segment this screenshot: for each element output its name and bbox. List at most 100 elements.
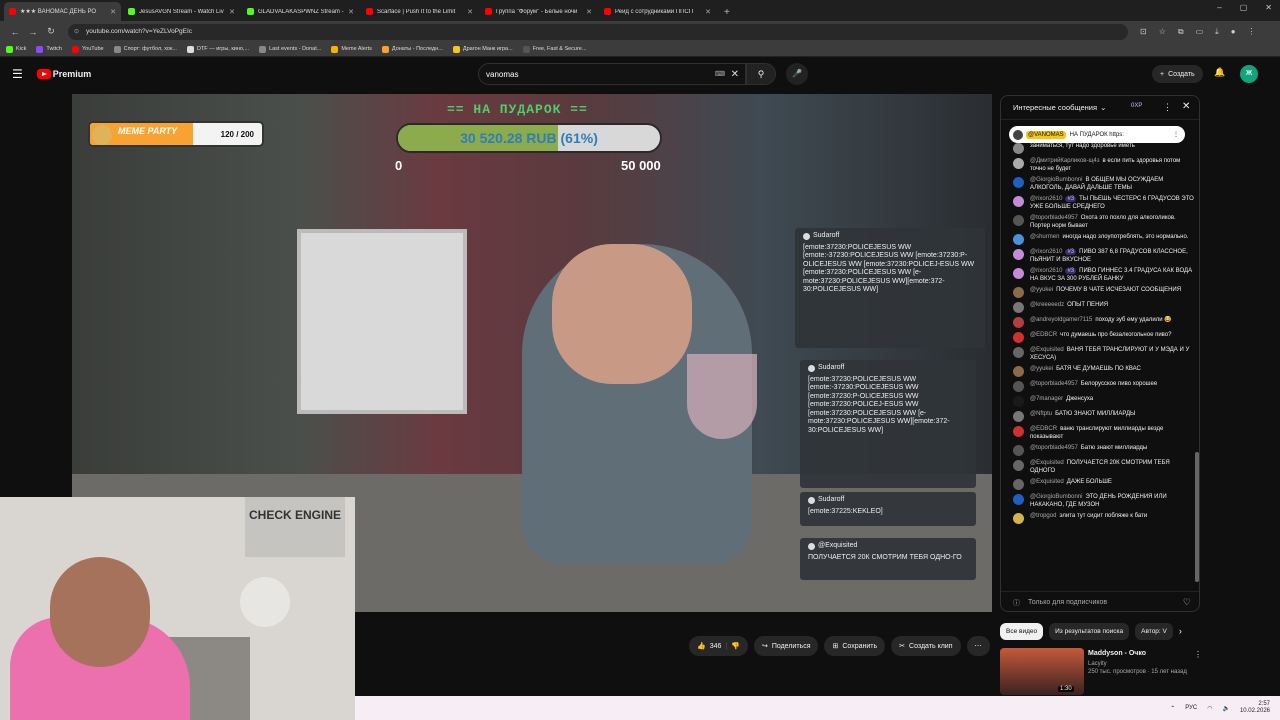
install-icon[interactable]: ⊡ [1140,27,1147,36]
notifications-bell-icon[interactable]: 🔔 [1214,67,1225,78]
chat-author[interactable]: @GiorgioBumbonni [1030,177,1082,183]
heart-icon[interactable]: ♡ [1183,597,1191,608]
close-tab-icon[interactable]: ✕ [110,8,116,16]
chat-message[interactable]: @rixon2610 #3 ТЫ ПЬЕШЬ ЧЕСТЕРС 6 ГРАДУСОВ … [1001,196,1199,211]
volume-icon[interactable]: 🔈 [1222,705,1229,712]
bookmark-item[interactable]: Meme Alerts [331,45,372,53]
account-avatar[interactable]: Ж [1240,65,1258,83]
browser-tab[interactable]: Рейд с сотрудниками ППСП ✕ [599,2,716,21]
chevron-down-icon[interactable]: ⌄ [1100,103,1106,112]
chat-message[interactable]: @yyukei БАТЯ ЧЕ ДУМАЕШЬ ПО КВАС [1001,366,1199,377]
voice-search-button[interactable]: 🎤 [786,63,808,85]
chat-author[interactable]: @andreyoldgamer7115 [1030,317,1092,323]
chat-message[interactable]: @rixon2610 #3 ПИВО 387 6,8 ГРАДУСОВ КЛАССН… [1001,249,1199,264]
search-input[interactable]: vanomas ⌨ ✕ [478,63,746,85]
bookmark-item[interactable]: Донаты - Последн... [381,45,443,53]
chat-message[interactable]: @toporblade4957 Белорусское пиво хорошее [1001,381,1199,392]
clip-button[interactable]: ✂ Создать клип [891,636,961,656]
like-button[interactable]: 👍 346 | 👎 [689,636,748,656]
chat-message[interactable]: @shurmen иногда надо злоупотреблять, это … [1001,234,1199,245]
bookmark-item[interactable]: Kick [6,45,26,53]
chat-message[interactable]: @GiorgioBumbonni ЭТО ДЕНЬ РОЖДЕНИЯ ИЛИ НА… [1001,494,1199,509]
menu-icon[interactable]: ☰ [12,67,23,81]
bookmark-item[interactable]: Last events - Donat... [259,45,321,53]
chat-message[interactable]: @ДмитрийКарликов-щ4з в если пить здоровья… [1001,158,1199,173]
chat-author[interactable]: @toporblade4957 [1030,381,1078,387]
site-info-icon[interactable]: ⊙ [74,28,79,35]
chat-message[interactable]: @yyukei ПОЧЕМУ В ЧАТЕ ИСЧЕЗАЮТ СООБЩЕНИЯ [1001,287,1199,298]
bookmark-item[interactable]: Спорт: футбол, хок... [113,45,177,53]
downloads-icon[interactable]: ⤓ [1215,27,1219,37]
chat-avatar[interactable] [1013,460,1024,471]
close-tab-icon[interactable]: ✕ [229,8,235,16]
create-button[interactable]: + Создать [1152,65,1203,83]
bookmark-item[interactable]: Драгон Манк игра... [452,45,513,53]
browser-tab[interactable]: GLADVALAKASPWNZ Stream - ✕ [242,2,359,21]
chat-message[interactable]: @EDBCR ваню транслируют миллиарды везде п… [1001,426,1199,441]
chat-message[interactable]: заниматься, тут надо здоровье иметь [1001,143,1199,154]
search-button[interactable]: ⚲ [746,63,776,85]
chat-message[interactable]: @kreeeeedz ОПЫТ ПЕНИЯ [1001,302,1199,313]
close-window-button[interactable]: ✕ [1265,3,1272,12]
back-icon[interactable]: ← [6,27,24,37]
chat-avatar[interactable] [1013,494,1024,505]
chat-author[interactable]: @Nftptu [1030,411,1052,417]
more-actions-button[interactable]: ⋯ [966,636,990,656]
reload-icon[interactable]: ↻ [42,26,60,37]
chat-avatar[interactable] [1013,332,1024,343]
chat-avatar[interactable] [1013,317,1024,328]
chat-author[interactable]: @toporblade4957 [1030,445,1078,451]
chip-search-results[interactable]: Из результатов поиска [1049,623,1130,640]
chat-message[interactable]: @rixon2610 #3 ПИВО ГИННЕС 3.4 ГРАДУСА КАК … [1001,268,1199,283]
chat-avatar[interactable] [1013,302,1024,313]
chat-avatar[interactable] [1013,143,1024,154]
browser-tab[interactable]: Группа "Форум" - Белые ночи ✕ [480,2,597,21]
chat-message[interactable]: @Nftptu БАТЮ ЗНАЮТ МИЛЛИАРДЫ [1001,411,1199,422]
chevron-right-icon[interactable]: › [1179,623,1182,640]
browser-tab[interactable]: JesusAVGN Stream - Watch Liv ✕ [123,2,240,21]
extensions-icon[interactable]: ⧉ [1178,27,1184,37]
chat-author[interactable]: @yyukei [1030,287,1053,293]
chat-author[interactable]: @rixon2610 [1030,268,1062,274]
chat-message[interactable]: @toporblade4957 Охота это похло для алког… [1001,215,1199,230]
save-button[interactable]: ⊞ Сохранить [824,636,886,656]
chat-author[interactable]: @Exquisited [1030,460,1064,466]
bookmark-star-icon[interactable]: ☆ [1159,27,1166,36]
new-tab-button[interactable]: + [724,7,730,18]
browser-tab[interactable]: Scarface | Push It to the Limit ✕ [361,2,478,21]
chat-mode-dropdown[interactable]: Интересные сообщения [1013,103,1097,112]
close-tab-icon[interactable]: ✕ [586,8,592,16]
chat-author[interactable]: @Exquisited [1030,479,1064,485]
minimize-button[interactable]: ‒ [1217,3,1221,12]
thumb-down-icon[interactable]: 👎 [731,642,740,650]
tray-chevron-icon[interactable]: ⌃ [1170,705,1175,712]
chat-avatar[interactable] [1013,249,1024,260]
url-field[interactable]: ⊙ youtube.com/watch?v=YeZLVoPgEIc [68,23,1128,40]
wifi-icon[interactable]: ◠ [1207,705,1212,712]
chat-author[interactable]: @yyukei [1030,366,1053,372]
chat-author[interactable]: @rixon2610 [1030,249,1062,255]
video-title[interactable]: Maddyson - Очко [1088,650,1146,657]
close-chat-icon[interactable]: ✕ [1182,101,1190,112]
video-more-icon[interactable]: ⋮ [1194,650,1202,659]
close-tab-icon[interactable]: ✕ [348,8,354,16]
taskbar-clock[interactable]: 2:57 10.02.2026 [1240,701,1270,715]
bookmark-item[interactable]: Free, Fast & Secure... [522,45,586,53]
scroll-thumb[interactable] [1195,452,1199,582]
pinned-message[interactable]: @VANOMAS НА ПУДАРОК https: ⋮ [1009,126,1185,143]
chat-avatar[interactable] [1013,381,1024,392]
chat-message[interactable]: @tropgod элита тут сидит побляже к бати [1001,513,1199,524]
chat-avatar[interactable] [1013,479,1024,490]
chat-author[interactable]: @toporblade4957 [1030,215,1078,221]
chat-author[interactable]: @EDBCR [1030,426,1057,432]
chat-author[interactable]: @7manager [1030,396,1063,402]
bookmark-item[interactable]: DTF — игры, кино,... [186,45,249,53]
chat-avatar[interactable] [1013,215,1024,226]
chat-avatar[interactable] [1013,347,1024,358]
chat-message[interactable]: @GiorgioBumbonni В ОБЩЕМ МЫ ОСУЖДАЕМ АЛКО… [1001,177,1199,192]
chip-all[interactable]: Все видео [1000,623,1044,640]
video-channel[interactable]: Lacyity [1088,661,1107,667]
profile-icon[interactable]: ● [1231,27,1236,36]
share-button[interactable]: ↪ Поделиться [753,636,819,656]
bookmark-item[interactable]: Twitch [36,45,62,53]
